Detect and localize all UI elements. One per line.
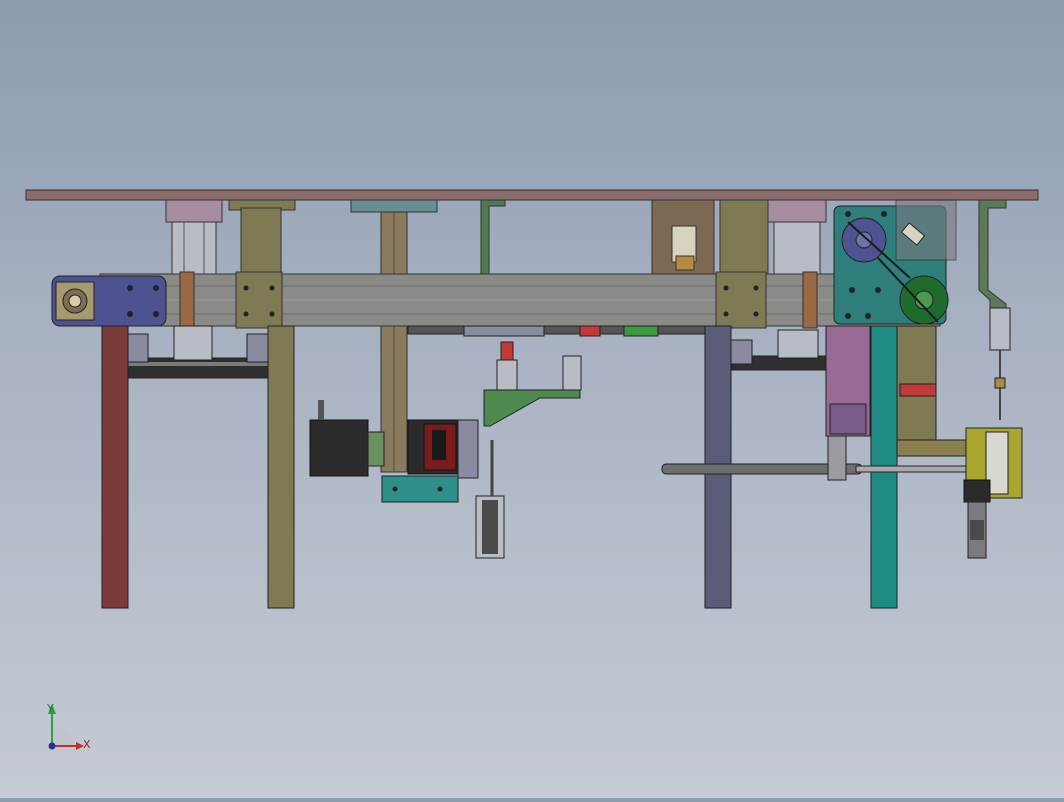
- leg-red: [101, 325, 129, 609]
- clamp-plate-left: [235, 271, 283, 329]
- green-gripper-arm: [483, 389, 581, 427]
- lower-rail-center: [407, 325, 709, 335]
- hanger-right-cylinder-top: [767, 199, 827, 223]
- cad-viewport[interactable]: Y X: [0, 0, 1064, 798]
- yellow-cylinder-base: [963, 479, 991, 503]
- right-vertical-cylinder: [989, 307, 1011, 351]
- center-cap: [350, 199, 438, 213]
- green-hook-bracket: [480, 199, 506, 275]
- olive-post-left-top: [240, 207, 282, 279]
- hanger-left-cylinder-top: [165, 199, 223, 223]
- leg-olive: [267, 325, 295, 609]
- right-slide-block-a: [729, 339, 753, 365]
- coordinate-triad: Y X: [46, 702, 91, 751]
- hanger-left-cylinder-body: [171, 221, 217, 275]
- x-axis-label: X: [83, 738, 91, 751]
- hanger-right-cylinder-body: [773, 221, 821, 275]
- strap-right: [802, 271, 818, 329]
- olive-post-right-top: [719, 199, 769, 279]
- machine-assembly-drawing: Y X: [25, 189, 1039, 751]
- left-slide-block-b: [246, 333, 270, 363]
- table-top-plate: [25, 189, 1039, 201]
- strap-left: [179, 271, 195, 329]
- left-slide-block-a: [125, 333, 149, 363]
- stepper-motor: [309, 419, 369, 477]
- y-axis-label: Y: [46, 702, 54, 715]
- clamp-plate-right: [715, 271, 767, 329]
